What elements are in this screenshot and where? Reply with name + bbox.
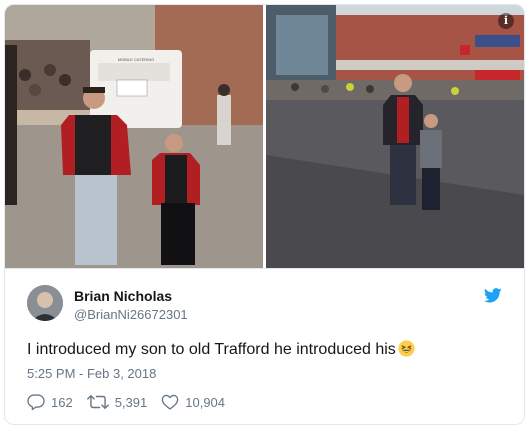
avatar[interactable] <box>27 285 63 321</box>
new-photo[interactable] <box>266 5 524 268</box>
like-button[interactable]: 10,904 <box>161 394 225 410</box>
old-photo[interactable]: MOBILE CATERING <box>5 5 263 268</box>
reply-button[interactable]: 162 <box>27 394 73 410</box>
reply-count: 162 <box>51 394 73 410</box>
reply-icon <box>27 394 45 410</box>
tweet-actions: 162 5,391 10,904 <box>27 394 239 410</box>
grinning-squinting-face-emoji-icon <box>398 340 415 357</box>
heart-icon <box>161 394 179 410</box>
tweet-body: I introduced my son to old Trafford he i… <box>27 341 396 358</box>
tweet-media-gallery[interactable]: MOBILE CATERING i <box>5 5 524 269</box>
retweet-icon <box>86 395 109 409</box>
tweet-text: I introduced my son to old Trafford he i… <box>27 340 415 359</box>
twitter-bird-icon[interactable] <box>484 288 502 303</box>
author-name[interactable]: Brian Nicholas <box>74 288 172 304</box>
catering-van-sign: MOBILE CATERING <box>118 57 155 62</box>
tweet-photos[interactable]: MOBILE CATERING <box>5 5 524 268</box>
like-count: 10,904 <box>185 394 226 410</box>
tweet-timestamp[interactable]: 5:25 PM - Feb 3, 2018 <box>27 366 156 381</box>
embedded-tweet-card[interactable]: MOBILE CATERING i Brian Nicholas @BrianN… <box>4 4 525 425</box>
info-icon[interactable]: i <box>498 13 514 29</box>
retweet-count: 5,391 <box>114 394 148 410</box>
author-handle[interactable]: @BrianNi26672301 <box>74 307 188 322</box>
retweet-button[interactable]: 5,391 <box>86 394 148 410</box>
avatar-photo <box>27 285 63 321</box>
